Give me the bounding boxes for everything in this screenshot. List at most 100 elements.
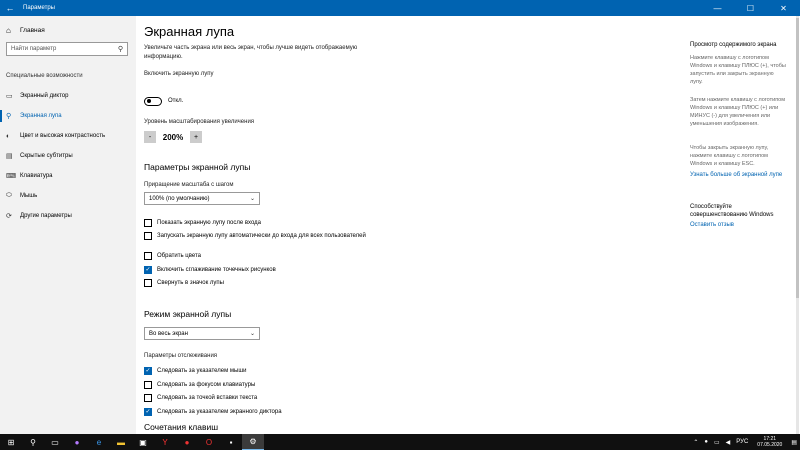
sidebar-item-label: Другие параметры (20, 213, 72, 219)
magnifier-icon: ⚲ (6, 113, 12, 120)
minimize-button[interactable]: — (701, 0, 734, 16)
search-input[interactable]: Найти параметр ⚲ (6, 42, 128, 56)
mode-dropdown[interactable]: Во весь экран ⌄ (144, 327, 260, 340)
feedback-link[interactable]: Оставить отзыв (690, 222, 734, 228)
zoom-out-button[interactable]: - (144, 131, 156, 143)
opera-button[interactable]: O (198, 434, 220, 450)
checkbox-row[interactable]: Следовать за фокусом клавиатуры (144, 381, 384, 390)
sidebar-item-label: Экранная лупа (20, 113, 62, 119)
step-label: Приращение масштаба с шагом (144, 182, 234, 188)
checkbox[interactable] (144, 381, 152, 389)
close-button[interactable]: ✕ (767, 0, 800, 16)
sidebar-item-label: Скрытые субтитры (20, 153, 73, 159)
sidebar-item-label: Цвет и высокая контрастность (20, 133, 106, 139)
back-arrow-icon: ← (5, 3, 15, 13)
checkbox-row[interactable]: ✓ Включить сглаживание точечных рисунков (144, 266, 384, 275)
sidebar-home[interactable]: ⌂ Главная (6, 26, 45, 35)
mode-heading: Режим экранной лупы (144, 309, 232, 319)
captions-icon: ▤ (6, 153, 13, 160)
network-icon[interactable]: ▭ (711, 439, 723, 446)
home-label: Главная (20, 27, 45, 34)
sidebar-item[interactable]: ⟳ Другие параметры (0, 206, 136, 226)
settings-taskbar-button[interactable]: ⚙ (242, 434, 264, 450)
sidebar-item[interactable]: ⬭ Мышь (0, 186, 136, 206)
sidebar-item[interactable]: ⚲ Экранная лупа (0, 106, 136, 126)
checkbox[interactable] (144, 232, 152, 240)
tracking-label: Параметры отслеживания (144, 353, 218, 359)
window-title: Параметры (23, 5, 55, 11)
page-description: Увеличьте часть экрана или весь экран, ч… (144, 45, 358, 60)
task-view-button[interactable]: ▭ (44, 434, 66, 450)
sidebar-item[interactable]: ◐ Цвет и высокая контрастность (0, 126, 136, 146)
terminal-button[interactable]: ▪ (220, 434, 242, 450)
checkbox-label: Следовать за фокусом клавиатуры (157, 382, 256, 388)
taskbar: ⊞ ⚲ ▭ ● e ▬ ▣ Y ● O ▪ ⚙ ⌃ ● ▭ ◀ РУС 17:2… (0, 434, 800, 450)
sidebar-item-label: Мышь (20, 193, 38, 199)
checkbox-row[interactable]: Свернуть в значок лупы (144, 279, 384, 288)
preview-title: Просмотр содержимого экрана (690, 42, 777, 48)
alice-button[interactable]: ● (66, 434, 88, 450)
feedback-title: Способствуйте совершенствованию Windows (690, 204, 774, 218)
zoom-in-button[interactable]: + (190, 131, 202, 143)
gear-icon: ⚙ (249, 437, 257, 446)
yandex-icon: Y (162, 437, 168, 447)
zoom-step-dropdown[interactable]: 100% (по умолчанию) ⌄ (144, 192, 260, 205)
store-button[interactable]: ▣ (132, 434, 154, 450)
zoom-step-value: 100% (по умолчанию) (149, 195, 210, 202)
title-bar: ← Параметры — ☐ ✕ (0, 0, 800, 16)
maximize-button[interactable]: ☐ (734, 0, 767, 16)
magnifier-toggle[interactable] (144, 97, 162, 106)
page-title: Экранная лупа (144, 24, 235, 39)
learn-more-link[interactable]: Узнать больше об экранной лупе (690, 172, 782, 178)
search-icon: ⚲ (30, 437, 36, 447)
tray-app-icon[interactable]: ● (701, 439, 711, 445)
explorer-button[interactable]: ▬ (110, 434, 132, 450)
terminal-icon: ▪ (229, 437, 233, 447)
maximize-icon: ☐ (746, 3, 755, 13)
start-button[interactable]: ⊞ (0, 434, 22, 450)
checkbox[interactable] (144, 394, 152, 402)
folder-icon: ▬ (117, 437, 125, 447)
window-controls: — ☐ ✕ (701, 0, 800, 16)
contrast-icon: ◐ (6, 132, 11, 140)
volume-icon[interactable]: ◀ (723, 439, 734, 446)
sidebar-item[interactable]: ▤ Скрытые субтитры (0, 146, 136, 166)
app-button-red[interactable]: ● (176, 434, 198, 450)
zoom-level-label: Уровень масштабирования увеличения (144, 119, 255, 125)
checkbox[interactable] (144, 252, 152, 260)
sidebar-item[interactable]: ⌨ Клавиатура (0, 166, 136, 186)
preview-text-3: Чтобы закрыть экранную лупу, нажмите кла… (690, 145, 769, 167)
windows-logo-icon: ⊞ (7, 437, 15, 447)
checkbox-row[interactable]: Следовать за точкой вставки текста (144, 394, 384, 403)
system-tray: ⌃ ● ▭ ◀ РУС 17:21 07.05.2020 ▤ (690, 436, 800, 448)
checkbox-row[interactable]: ✓ Следовать за указателем экранного дикто… (144, 408, 384, 417)
checkbox[interactable] (144, 219, 152, 227)
sidebar-item[interactable]: ▭ Экранный диктор (0, 86, 136, 106)
checkbox-row[interactable]: Запускать экранную лупу автоматически до… (144, 232, 384, 241)
checkbox-label: Обратить цвета (157, 253, 201, 259)
back-button[interactable]: ← (0, 0, 20, 16)
checkbox-label: Следовать за точкой вставки текста (157, 395, 258, 401)
checkbox[interactable] (144, 279, 152, 287)
checkbox[interactable]: ✓ (144, 408, 152, 416)
opera-icon: O (205, 437, 213, 447)
search-taskbar-button[interactable]: ⚲ (22, 434, 44, 450)
minimize-icon: — (713, 3, 722, 13)
checkbox[interactable]: ✓ (144, 266, 152, 274)
scrollbar-thumb[interactable] (796, 18, 799, 298)
yandex-button[interactable]: Y (154, 434, 176, 450)
chevron-up-icon[interactable]: ⌃ (690, 439, 701, 446)
checkbox-row[interactable]: ✓ Следовать за указателем мыши (144, 367, 384, 376)
scrollbar[interactable] (796, 16, 799, 434)
enable-magnifier-label: Включить экранную лупу (144, 71, 214, 77)
notifications-icon[interactable]: ▤ (788, 439, 800, 446)
checkbox-row[interactable]: Обратить цвета (144, 252, 384, 261)
clock[interactable]: 17:21 07.05.2020 (751, 436, 788, 448)
edge-button[interactable]: e (88, 434, 110, 450)
sidebar: ⌂ Главная Найти параметр ⚲ Специальные в… (0, 16, 136, 434)
checkbox-row[interactable]: Показать экранную лупу после входа (144, 219, 384, 228)
language-indicator[interactable]: РУС (733, 439, 751, 445)
sidebar-item-label: Экранный диктор (20, 93, 69, 99)
edge-icon: e (96, 437, 102, 447)
checkbox[interactable]: ✓ (144, 367, 152, 375)
